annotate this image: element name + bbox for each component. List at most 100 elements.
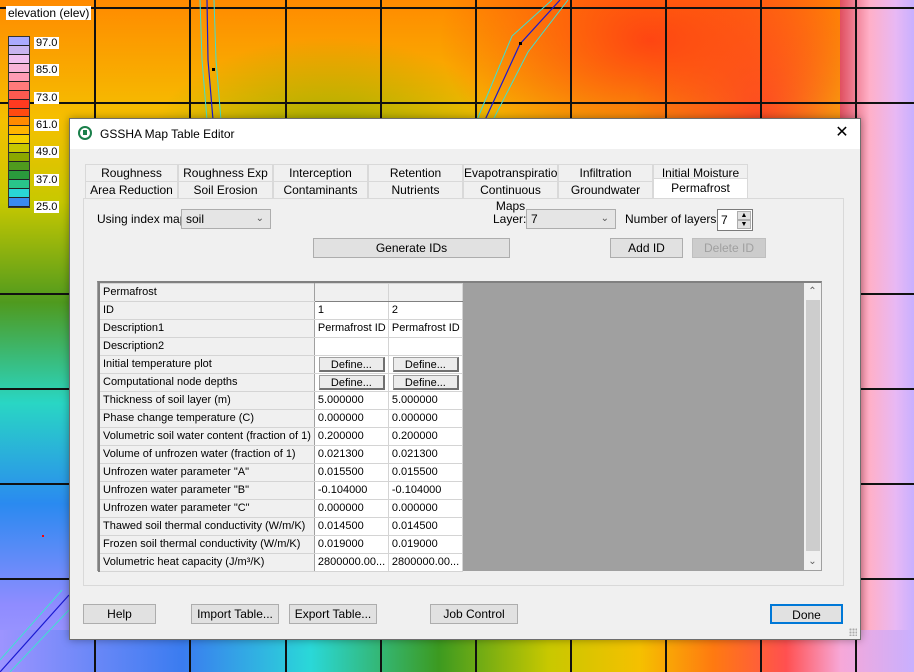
tab-row-1: Roughness Roughness Exp Interception Retent… xyxy=(85,164,748,181)
help-button[interactable]: Help xyxy=(83,604,156,624)
row-label: Initial temperature plot xyxy=(97,355,315,374)
dialog-title: GSSHA Map Table Editor xyxy=(100,127,235,141)
stream-line xyxy=(206,0,214,121)
value-cell[interactable]: 0.015500 xyxy=(313,463,389,482)
value-cell[interactable]: Permafrost ID xyxy=(313,319,389,338)
tab-roughness[interactable]: Roughness xyxy=(85,164,178,181)
num-layers-label: Number of layers: xyxy=(625,212,720,226)
export-table-button[interactable]: Export Table... xyxy=(289,604,377,624)
tab-soil-erosion[interactable]: Soil Erosion xyxy=(178,181,273,198)
import-table-button[interactable]: Import Table... xyxy=(191,604,279,624)
define-button[interactable]: Define... xyxy=(318,375,385,390)
vertical-scrollbar[interactable]: ⌃ ⌄ xyxy=(804,283,821,570)
tab-contaminants[interactable]: Contaminants xyxy=(273,181,368,198)
stream-node xyxy=(519,42,522,45)
value-cell[interactable]: -0.104000 xyxy=(387,481,463,500)
value-cell[interactable]: 0.014500 xyxy=(313,517,389,536)
num-layers-value[interactable]: 7 xyxy=(721,213,728,227)
layer-label: Layer: xyxy=(493,212,527,226)
table-row: Initial temperature plot Define... Define.… xyxy=(97,355,463,374)
tab-groundwater[interactable]: Groundwater xyxy=(558,181,653,198)
permafrost-table: Permafrost ID 1 2 Description1 Permafrost ID P… xyxy=(97,281,822,572)
legend-swatch xyxy=(9,162,29,172)
row-label: Volume of unfrozen water (fraction of 1) xyxy=(97,445,315,464)
generate-ids-button[interactable]: Generate IDs xyxy=(313,238,510,258)
value-cell[interactable]: 0.200000 xyxy=(313,427,389,446)
value-cell[interactable]: -0.104000 xyxy=(313,481,389,500)
close-button[interactable]: ✕ xyxy=(832,123,852,143)
tab-roughness-exp[interactable]: Roughness Exp xyxy=(178,164,273,181)
index-map-select[interactable]: soil ⌄ xyxy=(181,209,271,229)
value-cell[interactable]: 1 xyxy=(313,301,389,320)
define-button[interactable]: Define... xyxy=(318,357,385,372)
scroll-down-icon[interactable]: ⌄ xyxy=(804,553,821,570)
spin-up-icon[interactable]: ▲ xyxy=(737,211,751,220)
tab-row-2: Area Reduction Soil Erosion Contaminants Nu… xyxy=(85,178,748,213)
row-label: Unfrozen water parameter "C" xyxy=(97,499,315,518)
value-cell[interactable]: 2800000.00... xyxy=(387,553,463,572)
legend-swatch xyxy=(9,180,29,189)
value-cell[interactable]: 0.000000 xyxy=(387,409,463,428)
tab-interception[interactable]: Interception xyxy=(273,164,368,181)
resize-grip-icon[interactable] xyxy=(849,628,857,636)
value-cell[interactable]: 0.019000 xyxy=(387,535,463,554)
tab-permafrost[interactable]: Permafrost xyxy=(653,178,748,198)
table-row: Description1 Permafrost ID Permafrost ID xyxy=(97,319,463,338)
legend-label: 85.0 xyxy=(34,64,60,77)
scrollbar-thumb[interactable] xyxy=(806,300,820,551)
tab-area-reduction[interactable]: Area Reduction xyxy=(85,181,178,198)
scroll-up-icon[interactable]: ⌃ xyxy=(804,283,821,300)
add-id-button[interactable]: Add ID xyxy=(610,238,683,258)
num-layers-stepper[interactable]: 7 ▲ ▼ xyxy=(717,209,753,231)
job-control-button[interactable]: Job Control xyxy=(430,604,518,624)
layer-value: 7 xyxy=(531,212,538,226)
value-cell[interactable]: 5.000000 xyxy=(313,391,389,410)
row-label: Unfrozen water parameter "B" xyxy=(97,481,315,500)
stream-buffer xyxy=(492,0,569,121)
spin-down-icon[interactable]: ▼ xyxy=(737,220,751,229)
legend-label: 49.0 xyxy=(34,146,60,159)
define-cell: Define... xyxy=(313,373,389,392)
done-button[interactable]: Done xyxy=(770,604,843,624)
table-row: Volumetric heat capacity (J/m³/K) 2800000… xyxy=(97,553,463,572)
tab-continuous-maps[interactable]: Continuous Maps xyxy=(463,181,558,213)
row-label: Description2 xyxy=(97,337,315,356)
tab-nutrients[interactable]: Nutrients xyxy=(368,181,463,198)
legend-label: 25.0 xyxy=(34,201,60,213)
tab-retention[interactable]: Retention xyxy=(368,164,463,181)
legend-swatch xyxy=(9,63,29,73)
dialog-titlebar[interactable]: GSSHA Map Table Editor ✕ xyxy=(70,119,860,149)
table-header-row: Permafrost xyxy=(97,283,463,302)
legend-swatch xyxy=(9,54,29,64)
column-header[interactable] xyxy=(387,283,463,302)
value-cell[interactable]: 2800000.00... xyxy=(313,553,389,572)
value-cell[interactable]: 0.019000 xyxy=(313,535,389,554)
value-cell[interactable]: 0.021300 xyxy=(313,445,389,464)
value-cell[interactable]: 2 xyxy=(387,301,463,320)
value-cell[interactable]: 0.000000 xyxy=(313,409,389,428)
value-cell[interactable]: 0.200000 xyxy=(387,427,463,446)
index-map-value: soil xyxy=(186,212,205,226)
legend-swatch xyxy=(9,99,29,109)
tab-infiltration[interactable]: Infiltration xyxy=(558,164,653,181)
value-cell[interactable] xyxy=(313,337,389,356)
value-cell[interactable]: 0.000000 xyxy=(313,499,389,518)
value-cell[interactable]: Permafrost ID xyxy=(387,319,463,338)
delete-id-button[interactable]: Delete ID xyxy=(692,238,766,258)
column-header[interactable] xyxy=(313,283,389,302)
value-cell[interactable]: 0.021300 xyxy=(387,445,463,464)
value-cell[interactable]: 5.000000 xyxy=(387,391,463,410)
define-button[interactable]: Define... xyxy=(392,375,459,390)
layer-select[interactable]: 7 ⌄ xyxy=(526,209,616,229)
define-button[interactable]: Define... xyxy=(392,357,459,372)
value-cell[interactable]: 0.000000 xyxy=(387,499,463,518)
legend-color-bar xyxy=(8,36,30,208)
value-cell[interactable]: 0.015500 xyxy=(387,463,463,482)
legend-swatch xyxy=(9,144,29,154)
table-row: Volume of unfrozen water (fraction of 1)… xyxy=(97,445,463,464)
stream-buffer xyxy=(9,609,70,672)
tab-evapotranspiration[interactable]: Evapotranspiration xyxy=(463,164,564,181)
value-cell[interactable] xyxy=(387,337,463,356)
outlet-point xyxy=(42,535,44,537)
value-cell[interactable]: 0.014500 xyxy=(387,517,463,536)
